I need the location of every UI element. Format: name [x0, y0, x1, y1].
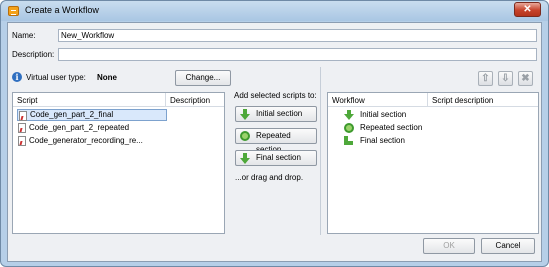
remove-button[interactable]: ✖	[518, 71, 533, 86]
dialog-body: Name: New_Workflow Description: i Virtua…	[7, 22, 542, 262]
workflow-section-row[interactable]: Repeated section	[344, 122, 422, 134]
change-button[interactable]: Change...	[175, 70, 231, 86]
final-arrow-icon	[344, 136, 353, 145]
scripts-list[interactable]: Script Description Code_gen_part_2_final…	[12, 92, 225, 234]
down-arrow-icon	[344, 110, 354, 120]
dialog-window: Create a Workflow ✕ Name: New_Workflow D…	[0, 0, 549, 267]
add-scripts-label: Add selected scripts to:	[234, 91, 317, 100]
section-name: Final section	[360, 136, 405, 145]
move-up-button[interactable]: ⇧	[478, 71, 493, 86]
drag-drop-hint: ...or drag and drop.	[235, 173, 304, 182]
cycle-icon	[344, 123, 354, 133]
title-bar: Create a Workflow ✕	[1, 1, 548, 21]
ok-button[interactable]: OK	[423, 238, 475, 254]
description-field[interactable]	[58, 48, 537, 61]
script-name: Code_gen_part_2_repeated	[29, 123, 130, 132]
workflow-list[interactable]: Workflow Script description Initial sect…	[327, 92, 539, 234]
description-column-header[interactable]: Description	[170, 96, 210, 105]
description-label: Description:	[12, 50, 55, 59]
add-to-repeated-button[interactable]: Repeated section	[235, 128, 317, 154]
section-name: Initial section	[360, 110, 407, 119]
down-arrow-icon	[240, 109, 250, 120]
workflow-section-row[interactable]: Initial section	[344, 109, 406, 121]
header-separator	[328, 106, 538, 107]
window-title: Create a Workflow	[25, 5, 99, 15]
script-row[interactable]: Code_generator_recording_re...	[17, 135, 143, 147]
script-column-header[interactable]: Script	[17, 96, 37, 105]
script-file-icon	[19, 111, 27, 121]
script-file-icon	[18, 136, 26, 146]
section-name: Repeated section	[360, 123, 423, 132]
vuser-type-label: Virtual user type:	[26, 73, 86, 82]
down-arrow-icon	[240, 153, 250, 164]
panel-divider	[320, 67, 321, 235]
script-description-column-header[interactable]: Script description	[432, 96, 493, 105]
column-separator	[165, 93, 166, 107]
script-name: Code_generator_recording_re...	[29, 136, 143, 145]
move-down-button[interactable]: ⇩	[498, 71, 513, 86]
cycle-icon	[240, 131, 250, 141]
workflow-column-header[interactable]: Workflow	[332, 96, 365, 105]
add-to-final-button[interactable]: Final section	[235, 150, 317, 166]
name-field[interactable]: New_Workflow	[58, 29, 537, 42]
workflow-app-icon	[8, 6, 19, 16]
final-button-label: Final section	[256, 153, 301, 162]
script-file-icon	[18, 123, 26, 133]
add-to-initial-button[interactable]: Initial section	[235, 106, 317, 122]
initial-button-label: Initial section	[256, 109, 303, 118]
column-separator	[427, 93, 428, 107]
header-separator	[13, 106, 224, 107]
info-icon: i	[12, 72, 22, 82]
script-row[interactable]: Code_gen_part_2_final	[17, 109, 167, 121]
script-row[interactable]: Code_gen_part_2_repeated	[17, 122, 129, 134]
script-name: Code_gen_part_2_final	[30, 110, 114, 119]
vuser-type-value: None	[97, 73, 117, 82]
close-button[interactable]: ✕	[514, 2, 541, 17]
name-label: Name:	[12, 31, 36, 40]
cancel-button[interactable]: Cancel	[481, 238, 535, 254]
workflow-section-row[interactable]: Final section	[344, 135, 405, 147]
